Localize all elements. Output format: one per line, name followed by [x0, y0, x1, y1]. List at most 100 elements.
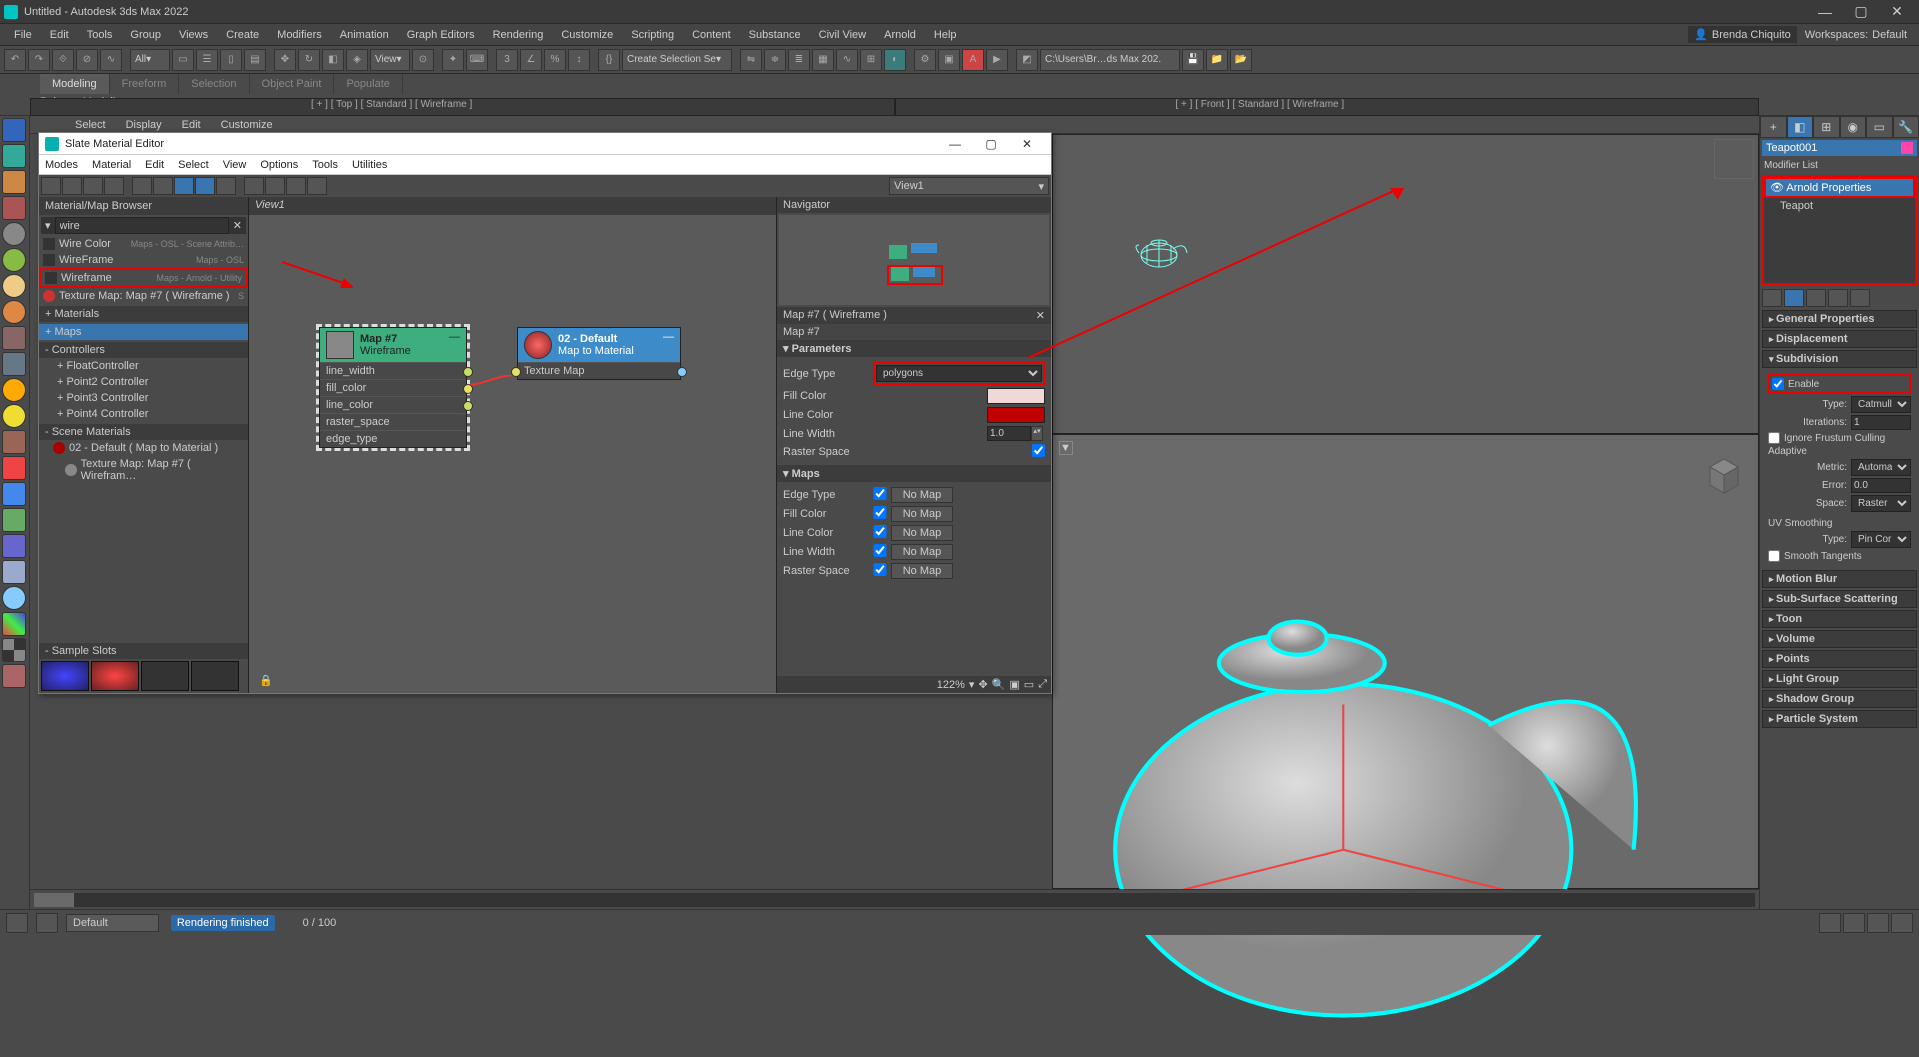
slate-tool-update[interactable]	[244, 177, 264, 195]
lt-util-icon[interactable]	[2, 664, 26, 688]
slate-title-bar[interactable]: Slate Material Editor — ▢ ✕	[39, 133, 1051, 155]
align-button[interactable]: ≑	[764, 49, 786, 71]
slate-tool-preview[interactable]	[216, 177, 236, 195]
rollout-particle-system[interactable]: Particle System	[1762, 710, 1917, 728]
slate-tool-bg[interactable]	[265, 177, 285, 195]
slate-tool-select[interactable]	[41, 177, 61, 195]
lt-sphere2-icon[interactable]	[2, 248, 26, 272]
menu-help[interactable]: Help	[926, 27, 965, 43]
slate-tool-options[interactable]	[307, 177, 327, 195]
slate-menu-select[interactable]: Select	[178, 159, 209, 171]
slate-menu-utilities[interactable]: Utilities	[352, 159, 387, 171]
lt-yellow-icon[interactable]	[2, 404, 26, 428]
browser-cat-controllers[interactable]: - Controllers	[39, 342, 248, 358]
pin-stack-button[interactable]	[1762, 289, 1782, 307]
slate-tool-delete[interactable]	[104, 177, 124, 195]
slate-tool-assign[interactable]	[83, 177, 103, 195]
menu-create[interactable]: Create	[218, 27, 267, 43]
cmd-tab-motion[interactable]: ◉	[1840, 116, 1867, 138]
browser-row-texturemap[interactable]: Texture Map: Map #7 ( Wireframe )S	[39, 288, 248, 304]
select-name-button[interactable]: ☰	[196, 49, 218, 71]
remove-mod-button[interactable]	[1828, 289, 1848, 307]
rollout-volume[interactable]: Volume	[1762, 630, 1917, 648]
slate-menu-view[interactable]: View	[223, 159, 247, 171]
error-input[interactable]	[1851, 478, 1911, 493]
keymode-button[interactable]: ⌨	[466, 49, 488, 71]
menu-animation[interactable]: Animation	[332, 27, 397, 43]
menu-tools[interactable]: Tools	[79, 27, 121, 43]
slate-tool-show2[interactable]	[195, 177, 215, 195]
ribbon-tab-object-paint[interactable]: Object Paint	[250, 74, 335, 94]
bind-button[interactable]: ∿	[100, 49, 122, 71]
timeline[interactable]	[30, 889, 1759, 909]
modifier-teapot[interactable]: Teapot	[1764, 198, 1915, 214]
scale-button[interactable]: ◧	[322, 49, 344, 71]
material-editor-button[interactable]: ◐	[884, 49, 906, 71]
menu-group[interactable]: Group	[122, 27, 169, 43]
set-project-button[interactable]: 📂	[1230, 49, 1252, 71]
slate-view-dropdown[interactable]: View1▾	[889, 177, 1049, 195]
enable-checkbox[interactable]	[1772, 378, 1784, 390]
close-button[interactable]: ✕	[1879, 0, 1915, 24]
window-crossing-button[interactable]: ▤	[244, 49, 266, 71]
viewcube-persp[interactable]	[1700, 451, 1748, 499]
lt-torus-icon[interactable]	[2, 196, 26, 220]
curve-editor-button[interactable]: ∿	[836, 49, 858, 71]
menu-civil-view[interactable]: Civil View	[811, 27, 874, 43]
isolate-button[interactable]	[36, 913, 58, 933]
modifier-arnold-properties[interactable]: 👁 Arnold Properties	[1764, 177, 1915, 198]
node-map-to-material[interactable]: 02 - DefaultMap to Material— Texture Map	[517, 327, 681, 380]
minimize-button[interactable]: —	[1807, 0, 1843, 24]
slate-menu-options[interactable]: Options	[260, 159, 298, 171]
lt-sphere1-icon[interactable]	[2, 222, 26, 246]
lt-cyl-icon[interactable]	[2, 326, 26, 350]
rotate-button[interactable]: ↻	[298, 49, 320, 71]
rollout-displacement[interactable]: Displacement	[1762, 330, 1917, 348]
navigator-minimap[interactable]	[779, 215, 1049, 305]
subdiv-type-select[interactable]: Catmull-Clark	[1851, 396, 1911, 413]
modifier-stack[interactable]: 👁 Arnold Properties Teapot	[1762, 175, 1917, 285]
viewport-front-label[interactable]: [ + ] [ Front ] [ Standard ] [ Wireframe…	[895, 98, 1760, 116]
rendered-frame-button[interactable]: ▣	[938, 49, 960, 71]
uv-type-select[interactable]: Pin Corners	[1851, 531, 1911, 548]
map-fill-color-enable[interactable]	[873, 506, 887, 519]
node-slot-edge-type[interactable]: edge_type	[320, 430, 466, 447]
map-fill-color-button[interactable]: No Map	[891, 506, 953, 522]
slate-extents-icon[interactable]: ⤢	[1038, 678, 1047, 691]
param-rollout-parameters[interactable]: ▾ Parameters	[777, 340, 1051, 357]
subbar-display[interactable]: Display	[126, 119, 162, 131]
maxscript-button[interactable]	[6, 913, 28, 933]
slate-tool-move[interactable]	[132, 177, 152, 195]
cmd-tab-hierarchy[interactable]: ⊞	[1813, 116, 1840, 138]
menu-rendering[interactable]: Rendering	[485, 27, 552, 43]
param-rollout-maps[interactable]: ▾ Maps	[777, 465, 1051, 482]
lt-tube-icon[interactable]	[2, 352, 26, 376]
nav-orbit-button[interactable]	[1867, 913, 1889, 933]
menu-customize[interactable]: Customize	[553, 27, 621, 43]
named-sel-dropdown[interactable]: Create Selection Se ▾	[622, 49, 732, 71]
frustum-checkbox[interactable]	[1768, 432, 1780, 444]
object-name-field[interactable]: Teapot001	[1762, 140, 1917, 156]
redo-button[interactable]: ↷	[28, 49, 50, 71]
lt-sun-icon[interactable]	[2, 378, 26, 402]
sample-slot-4[interactable]	[191, 661, 239, 691]
placement-button[interactable]: ◈	[346, 49, 368, 71]
arnold-render-button[interactable]: A	[962, 49, 984, 71]
slate-tool-pick[interactable]	[62, 177, 82, 195]
open-folder-button[interactable]: 📁	[1206, 49, 1228, 71]
rollout-shadow-group[interactable]: Shadow Group	[1762, 690, 1917, 708]
node-slot-line-color[interactable]: line_color	[320, 396, 466, 413]
tree-row-texture-map[interactable]: Texture Map: Map #7 ( Wirefram…	[39, 456, 248, 484]
user-account[interactable]: 👤 Brenda Chiquito	[1688, 26, 1797, 43]
menu-modifiers[interactable]: Modifiers	[269, 27, 330, 43]
browser-sub-point3[interactable]: + Point3 Controller	[39, 390, 248, 406]
space-select[interactable]: Raster	[1851, 495, 1911, 512]
browser-sub-point2[interactable]: + Point2 Controller	[39, 374, 248, 390]
ribbon-tab-modeling[interactable]: Modeling	[40, 74, 110, 94]
map-edge-type-button[interactable]: No Map	[891, 487, 953, 503]
link-button[interactable]: ⟐	[52, 49, 74, 71]
maximize-button[interactable]: ▢	[1843, 0, 1879, 24]
show-result-button[interactable]	[1784, 289, 1804, 307]
menu-content[interactable]: Content	[684, 27, 739, 43]
ribbon-tab-freeform[interactable]: Freeform	[110, 74, 180, 94]
